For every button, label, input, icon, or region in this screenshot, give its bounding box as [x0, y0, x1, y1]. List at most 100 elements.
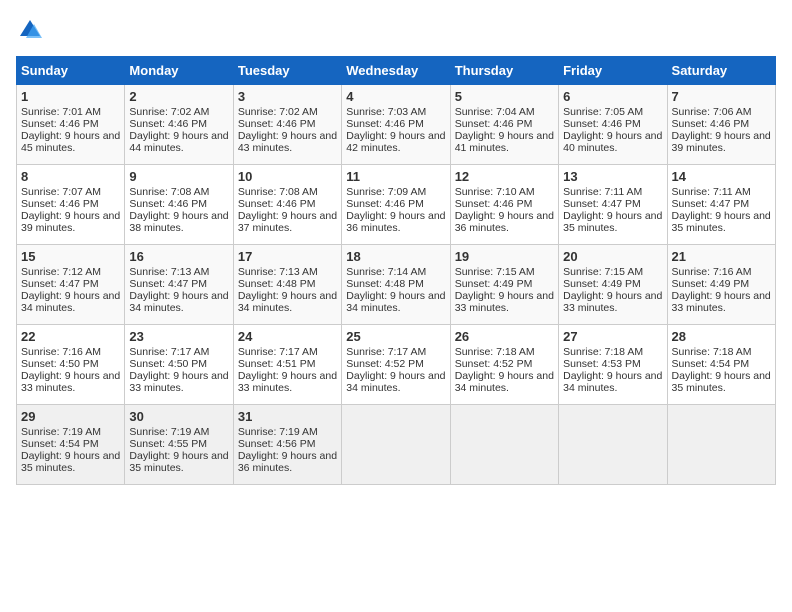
calendar-cell: 12 Sunrise: 7:10 AM Sunset: 4:46 PM Dayl…: [450, 165, 558, 245]
sunrise: Sunrise: 7:17 AM: [346, 346, 426, 358]
calendar-cell: 31 Sunrise: 7:19 AM Sunset: 4:56 PM Dayl…: [233, 405, 341, 485]
sunset: Sunset: 4:46 PM: [238, 198, 316, 210]
daylight: Daylight: 9 hours and 35 minutes.: [563, 210, 662, 234]
daylight: Daylight: 9 hours and 35 minutes.: [21, 450, 120, 474]
daylight: Daylight: 9 hours and 33 minutes.: [563, 290, 662, 314]
page-header: [16, 16, 776, 44]
sunset: Sunset: 4:47 PM: [21, 278, 99, 290]
calendar-cell: 19 Sunrise: 7:15 AM Sunset: 4:49 PM Dayl…: [450, 245, 558, 325]
calendar-cell: 13 Sunrise: 7:11 AM Sunset: 4:47 PM Dayl…: [559, 165, 667, 245]
sunset: Sunset: 4:52 PM: [455, 358, 533, 370]
sunrise: Sunrise: 7:10 AM: [455, 186, 535, 198]
calendar-cell: 26 Sunrise: 7:18 AM Sunset: 4:52 PM Dayl…: [450, 325, 558, 405]
sunrise: Sunrise: 7:02 AM: [238, 106, 318, 118]
day-number: 11: [346, 169, 445, 184]
daylight: Daylight: 9 hours and 33 minutes.: [672, 290, 771, 314]
sunset: Sunset: 4:46 PM: [238, 118, 316, 130]
daylight: Daylight: 9 hours and 34 minutes.: [455, 370, 554, 394]
daylight: Daylight: 9 hours and 35 minutes.: [672, 210, 771, 234]
sunset: Sunset: 4:49 PM: [563, 278, 641, 290]
daylight: Daylight: 9 hours and 36 minutes.: [455, 210, 554, 234]
calendar-cell: 21 Sunrise: 7:16 AM Sunset: 4:49 PM Dayl…: [667, 245, 775, 325]
sunset: Sunset: 4:46 PM: [455, 198, 533, 210]
daylight: Daylight: 9 hours and 34 minutes.: [21, 290, 120, 314]
daylight: Daylight: 9 hours and 45 minutes.: [21, 130, 120, 154]
daylight: Daylight: 9 hours and 34 minutes.: [563, 370, 662, 394]
day-number: 19: [455, 249, 554, 264]
sunrise: Sunrise: 7:08 AM: [238, 186, 318, 198]
daylight: Daylight: 9 hours and 34 minutes.: [346, 290, 445, 314]
sunrise: Sunrise: 7:18 AM: [563, 346, 643, 358]
calendar-cell: 7 Sunrise: 7:06 AM Sunset: 4:46 PM Dayli…: [667, 85, 775, 165]
daylight: Daylight: 9 hours and 41 minutes.: [455, 130, 554, 154]
day-number: 22: [21, 329, 120, 344]
day-number: 1: [21, 89, 120, 104]
sunrise: Sunrise: 7:19 AM: [129, 426, 209, 438]
calendar-cell: 18 Sunrise: 7:14 AM Sunset: 4:48 PM Dayl…: [342, 245, 450, 325]
sunrise: Sunrise: 7:13 AM: [129, 266, 209, 278]
day-number: 13: [563, 169, 662, 184]
sunrise: Sunrise: 7:07 AM: [21, 186, 101, 198]
sunrise: Sunrise: 7:14 AM: [346, 266, 426, 278]
daylight: Daylight: 9 hours and 33 minutes.: [129, 370, 228, 394]
calendar-week-row: 15 Sunrise: 7:12 AM Sunset: 4:47 PM Dayl…: [17, 245, 776, 325]
day-number: 6: [563, 89, 662, 104]
sunset: Sunset: 4:46 PM: [129, 198, 207, 210]
day-number: 23: [129, 329, 228, 344]
calendar-cell: 4 Sunrise: 7:03 AM Sunset: 4:46 PM Dayli…: [342, 85, 450, 165]
day-number: 31: [238, 409, 337, 424]
day-number: 16: [129, 249, 228, 264]
daylight: Daylight: 9 hours and 33 minutes.: [238, 370, 337, 394]
day-number: 12: [455, 169, 554, 184]
sunset: Sunset: 4:46 PM: [346, 118, 424, 130]
calendar-table: SundayMondayTuesdayWednesdayThursdayFrid…: [16, 56, 776, 485]
sunrise: Sunrise: 7:15 AM: [455, 266, 535, 278]
day-number: 9: [129, 169, 228, 184]
weekday-header-cell: Friday: [559, 57, 667, 85]
sunrise: Sunrise: 7:18 AM: [672, 346, 752, 358]
sunset: Sunset: 4:46 PM: [21, 118, 99, 130]
calendar-cell: 29 Sunrise: 7:19 AM Sunset: 4:54 PM Dayl…: [17, 405, 125, 485]
weekday-header-cell: Tuesday: [233, 57, 341, 85]
sunset: Sunset: 4:46 PM: [672, 118, 750, 130]
sunset: Sunset: 4:47 PM: [563, 198, 641, 210]
calendar-cell: [450, 405, 558, 485]
daylight: Daylight: 9 hours and 36 minutes.: [346, 210, 445, 234]
sunrise: Sunrise: 7:12 AM: [21, 266, 101, 278]
daylight: Daylight: 9 hours and 34 minutes.: [238, 290, 337, 314]
weekday-header-cell: Saturday: [667, 57, 775, 85]
daylight: Daylight: 9 hours and 33 minutes.: [455, 290, 554, 314]
sunset: Sunset: 4:56 PM: [238, 438, 316, 450]
day-number: 17: [238, 249, 337, 264]
weekday-header-cell: Sunday: [17, 57, 125, 85]
sunrise: Sunrise: 7:19 AM: [21, 426, 101, 438]
calendar-week-row: 22 Sunrise: 7:16 AM Sunset: 4:50 PM Dayl…: [17, 325, 776, 405]
calendar-cell: [342, 405, 450, 485]
calendar-week-row: 8 Sunrise: 7:07 AM Sunset: 4:46 PM Dayli…: [17, 165, 776, 245]
sunrise: Sunrise: 7:18 AM: [455, 346, 535, 358]
calendar-cell: 14 Sunrise: 7:11 AM Sunset: 4:47 PM Dayl…: [667, 165, 775, 245]
day-number: 28: [672, 329, 771, 344]
calendar-cell: 9 Sunrise: 7:08 AM Sunset: 4:46 PM Dayli…: [125, 165, 233, 245]
calendar-cell: 3 Sunrise: 7:02 AM Sunset: 4:46 PM Dayli…: [233, 85, 341, 165]
day-number: 15: [21, 249, 120, 264]
calendar-cell: 6 Sunrise: 7:05 AM Sunset: 4:46 PM Dayli…: [559, 85, 667, 165]
daylight: Daylight: 9 hours and 39 minutes.: [672, 130, 771, 154]
daylight: Daylight: 9 hours and 37 minutes.: [238, 210, 337, 234]
calendar-cell: 24 Sunrise: 7:17 AM Sunset: 4:51 PM Dayl…: [233, 325, 341, 405]
day-number: 26: [455, 329, 554, 344]
sunset: Sunset: 4:47 PM: [129, 278, 207, 290]
sunrise: Sunrise: 7:17 AM: [129, 346, 209, 358]
sunset: Sunset: 4:47 PM: [672, 198, 750, 210]
day-number: 21: [672, 249, 771, 264]
calendar-cell: [667, 405, 775, 485]
sunrise: Sunrise: 7:08 AM: [129, 186, 209, 198]
sunset: Sunset: 4:54 PM: [21, 438, 99, 450]
day-number: 5: [455, 89, 554, 104]
sunset: Sunset: 4:50 PM: [21, 358, 99, 370]
calendar-cell: 20 Sunrise: 7:15 AM Sunset: 4:49 PM Dayl…: [559, 245, 667, 325]
daylight: Daylight: 9 hours and 34 minutes.: [346, 370, 445, 394]
daylight: Daylight: 9 hours and 44 minutes.: [129, 130, 228, 154]
sunrise: Sunrise: 7:15 AM: [563, 266, 643, 278]
sunrise: Sunrise: 7:16 AM: [672, 266, 752, 278]
